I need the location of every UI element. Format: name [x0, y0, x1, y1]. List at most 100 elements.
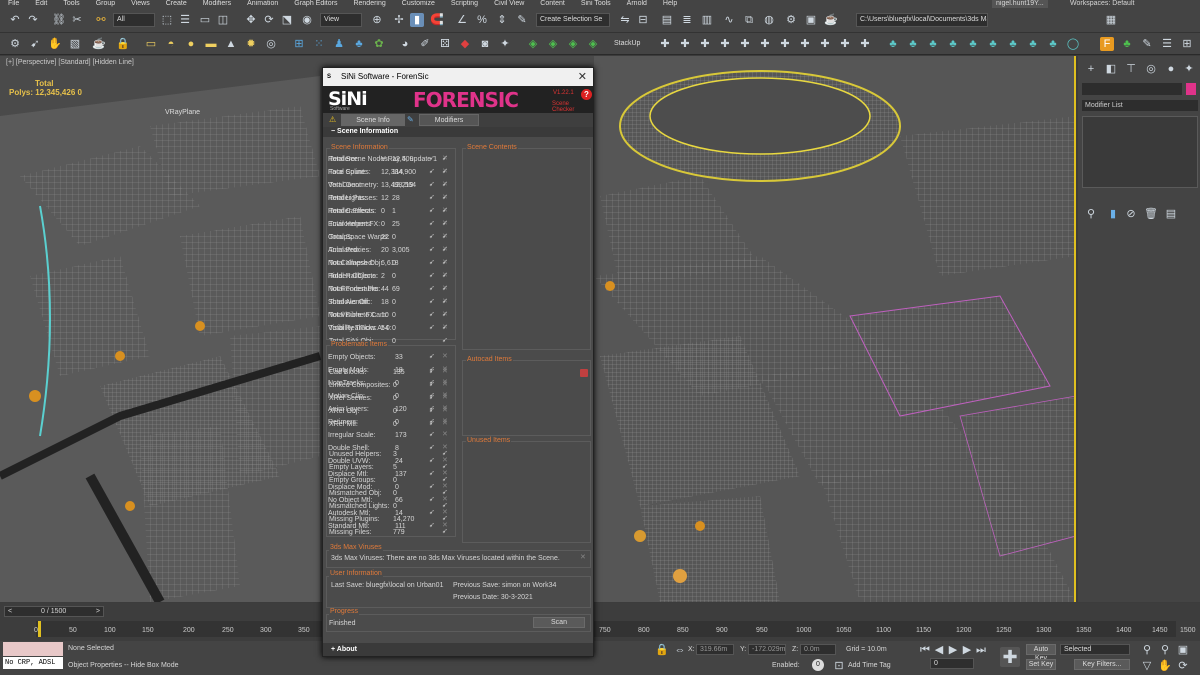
teapot-icon[interactable]: ☕ — [92, 37, 106, 51]
fix-icon[interactable]: ✕ — [580, 554, 586, 561]
menu-graph-editors[interactable]: Graph Editors — [286, 0, 345, 8]
sini-3-icon[interactable]: ◈ — [566, 37, 580, 51]
grass-icon[interactable]: ♣ — [1120, 37, 1134, 51]
brush-icon[interactable]: ✐ — [418, 37, 432, 51]
scatter-icon[interactable]: ⁙ — [312, 37, 326, 51]
plant-icon[interactable]: ✿ — [372, 37, 386, 51]
reference-coordinate-dropdown[interactable]: View — [320, 13, 362, 27]
y-coordinate[interactable]: -172.029m — [748, 644, 786, 655]
photo-icon[interactable]: ▧ — [68, 37, 82, 51]
curve-editor-icon[interactable]: ∿ — [722, 13, 736, 27]
render-frame-icon[interactable]: ▣ — [804, 13, 818, 27]
sini-1-icon[interactable]: ◈ — [526, 37, 540, 51]
select-icon[interactable]: ➹ — [429, 353, 435, 360]
auto-key-button[interactable]: Auto Key — [1026, 644, 1056, 662]
paint-icon[interactable]: ◆ — [458, 37, 472, 51]
forest-icon-4[interactable]: ♣ — [946, 37, 960, 51]
tree-icon[interactable]: ♣ — [352, 37, 366, 51]
unlink-icon[interactable]: ✂ — [70, 13, 84, 27]
zoom-all-icon[interactable]: ⚲ — [1158, 643, 1172, 657]
menu-create[interactable]: Create — [158, 0, 195, 8]
select-icon[interactable]: ➹ — [442, 285, 448, 292]
layer-explorer-icon[interactable]: ≣ — [680, 13, 694, 27]
select-icon[interactable]: ➹ — [429, 272, 435, 279]
fix-icon[interactable]: ✕ — [442, 381, 448, 388]
forest-icon-3[interactable]: ♣ — [926, 37, 940, 51]
vray-icon-8[interactable]: ✚ — [798, 37, 812, 51]
fix-icon[interactable]: ✕ — [442, 394, 448, 401]
select-icon[interactable]: ➹ — [429, 246, 435, 253]
stackup-label[interactable]: StackUp — [614, 40, 640, 47]
forest-icon-1[interactable]: ♣ — [886, 37, 900, 51]
about-rollout[interactable]: + About — [323, 643, 593, 656]
selection-filter-dropdown[interactable]: All — [113, 13, 155, 27]
fov-icon[interactable]: ▽ — [1140, 659, 1154, 673]
select-icon[interactable]: ➹ — [429, 444, 435, 451]
maxscript-mini-listener[interactable]: No CRP, ADSL — [3, 657, 63, 669]
zoom-icon[interactable]: ⚲ — [1140, 643, 1154, 657]
edit-named-sets-icon[interactable]: ✎ — [515, 13, 529, 27]
vray-icon-10[interactable]: ✚ — [838, 37, 852, 51]
scene-information-header[interactable]: − Scene Information — [323, 127, 593, 137]
vray-icon-4[interactable]: ✚ — [718, 37, 732, 51]
sun-icon[interactable]: ✹ — [244, 37, 258, 51]
fix-icon[interactable]: ✕ — [442, 407, 448, 414]
menu-content[interactable]: Content — [532, 0, 573, 8]
tab-scene-info[interactable]: Scene Info — [341, 114, 405, 126]
select-icon[interactable]: ➹ — [442, 168, 448, 175]
cursor-icon[interactable]: ➹ — [28, 37, 42, 51]
time-cursor[interactable] — [38, 621, 41, 637]
mirror-icon[interactable]: ⇋ — [618, 13, 632, 27]
select-icon[interactable]: ➹ — [442, 476, 448, 483]
set-key-button[interactable]: Set Key — [1026, 659, 1056, 670]
rect-selection-icon[interactable]: ▭ — [198, 13, 212, 27]
redo-icon[interactable]: ↷ — [26, 13, 40, 27]
vray-icon-11[interactable]: ✚ — [858, 37, 872, 51]
select-icon[interactable]: ➹ — [442, 272, 448, 279]
add-time-tag[interactable]: Add Time Tag — [848, 662, 891, 669]
set-key-icon[interactable]: ✚ — [1000, 647, 1020, 667]
object-name-field[interactable] — [1082, 83, 1182, 95]
zoom-extents-icon[interactable]: ▣ — [1176, 643, 1190, 657]
vray-icon-3[interactable]: ✚ — [698, 37, 712, 51]
remove-modifier-icon[interactable]: 🗑 — [1144, 207, 1158, 221]
dialog-titlebar[interactable]: SiNi Software - ForenSic S ✕ — [323, 68, 593, 86]
create-icon[interactable]: ⚙ — [8, 37, 22, 51]
select-icon[interactable]: ➹ — [429, 168, 435, 175]
select-icon[interactable]: ➹ — [442, 450, 448, 457]
material-editor-icon[interactable]: ◍ — [762, 13, 776, 27]
show-end-result-icon[interactable]: ▮ — [1106, 207, 1120, 221]
select-icon[interactable]: ➹ — [429, 509, 435, 516]
next-key-icon[interactable]: ▶ — [960, 643, 974, 657]
pan-icon[interactable]: ✋ — [1158, 659, 1172, 673]
select-icon[interactable]: ➹ — [442, 463, 448, 470]
forest-icon-8[interactable]: ♣ — [1026, 37, 1040, 51]
cone-icon[interactable]: ▲ — [224, 37, 238, 51]
window-crossing-icon[interactable]: ◫ — [216, 13, 230, 27]
object-color-swatch[interactable] — [1186, 83, 1196, 95]
motion-tab-icon[interactable]: ◎ — [1144, 62, 1158, 76]
snap-toggle-icon[interactable]: 🧲 — [430, 13, 444, 27]
make-unique-icon[interactable]: ⊘ — [1124, 207, 1138, 221]
bind-spacewarp-icon[interactable]: ⚯ — [94, 13, 108, 27]
fp-icon[interactable]: F — [1100, 37, 1114, 51]
select-icon[interactable]: ➹ — [429, 496, 435, 503]
select-icon[interactable]: ➹ — [429, 483, 435, 490]
hierarchy-tab-icon[interactable]: ⊤ — [1124, 62, 1138, 76]
sini-4-icon[interactable]: ◈ — [586, 37, 600, 51]
select-icon[interactable]: ➹ — [429, 381, 435, 388]
select-manipulate-icon[interactable]: ✢ — [392, 13, 406, 27]
enabled-toggle[interactable]: 0 — [812, 659, 824, 671]
menu-modifiers[interactable]: Modifiers — [195, 0, 239, 8]
vray-icon-1[interactable]: ✚ — [658, 37, 672, 51]
select-icon[interactable]: ➹ — [429, 407, 435, 414]
select-icon[interactable]: ➹ — [442, 311, 448, 318]
fix-icon[interactable]: ✕ — [442, 368, 448, 375]
scale-icon[interactable]: ⬔ — [280, 13, 294, 27]
grid-icon[interactable]: ⊞ — [292, 37, 306, 51]
menu-arnold[interactable]: Arnold — [619, 0, 655, 8]
select-icon[interactable]: ➹ — [442, 528, 448, 535]
lock-selection-icon[interactable]: 🔒 — [655, 643, 669, 657]
select-icon[interactable]: ➹ — [429, 311, 435, 318]
torus-icon[interactable]: ◎ — [264, 37, 278, 51]
